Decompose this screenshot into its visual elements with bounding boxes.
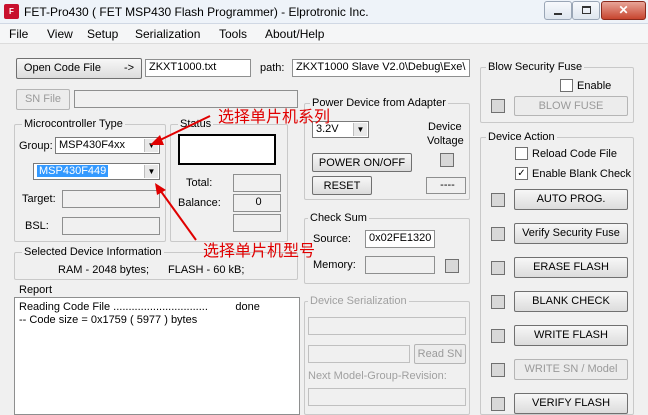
model-annotation: 选择单片机型号 [203,243,316,260]
model-arrow-line [159,189,197,241]
model-arrow-head [155,183,166,195]
series-arrow-line [157,115,211,142]
series-annotation: 选择单片机系列 [218,109,331,126]
annotation-arrows [150,115,211,241]
series-arrow-head [150,135,164,145]
